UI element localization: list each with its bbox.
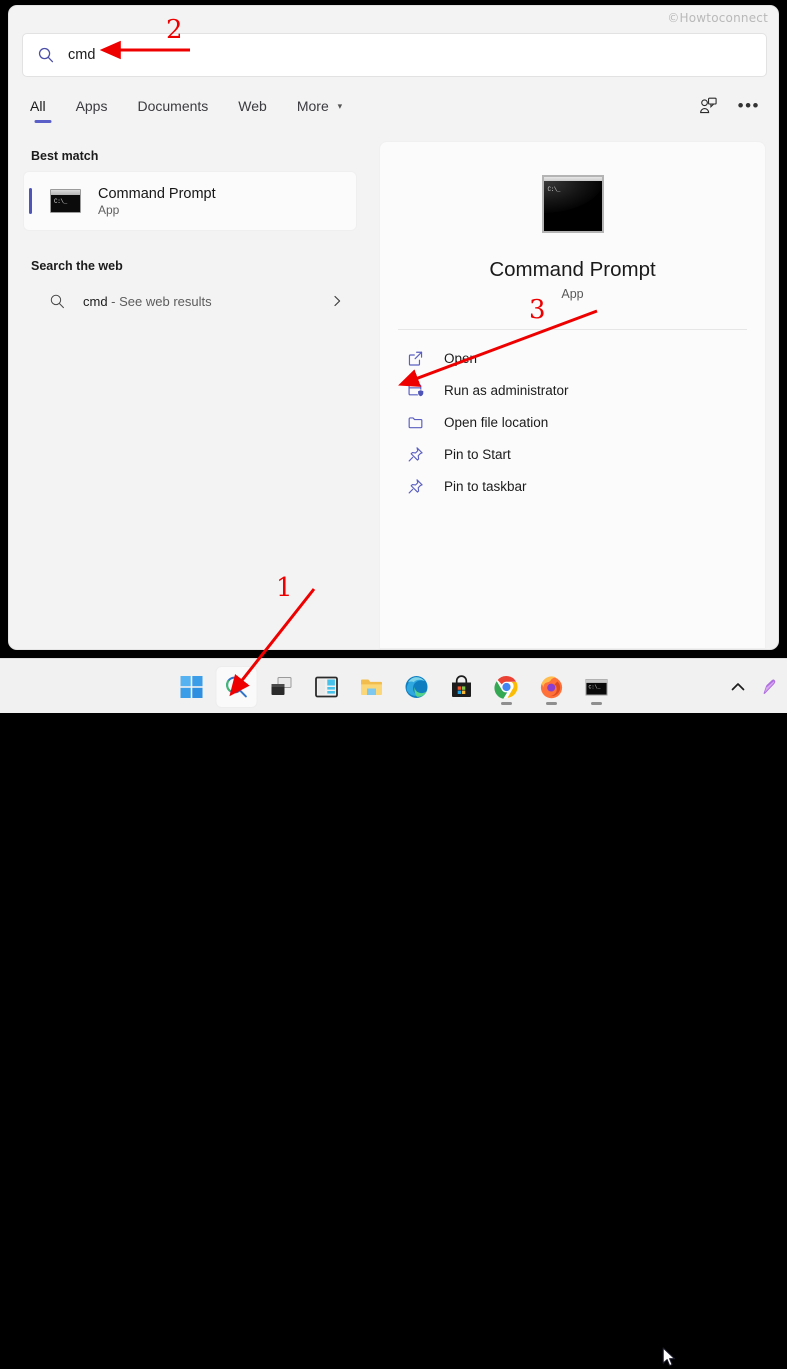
annotation-overlay <box>99 40 598 697</box>
annotation-arrow-3 <box>398 309 598 387</box>
annotation-arrow-1 <box>229 588 316 697</box>
annotation-number-3: 3 <box>529 295 546 325</box>
annotation-number-2: 2 <box>166 15 183 45</box>
mouse-cursor <box>662 1347 676 1367</box>
annotation-number-1: 1 <box>276 573 293 603</box>
